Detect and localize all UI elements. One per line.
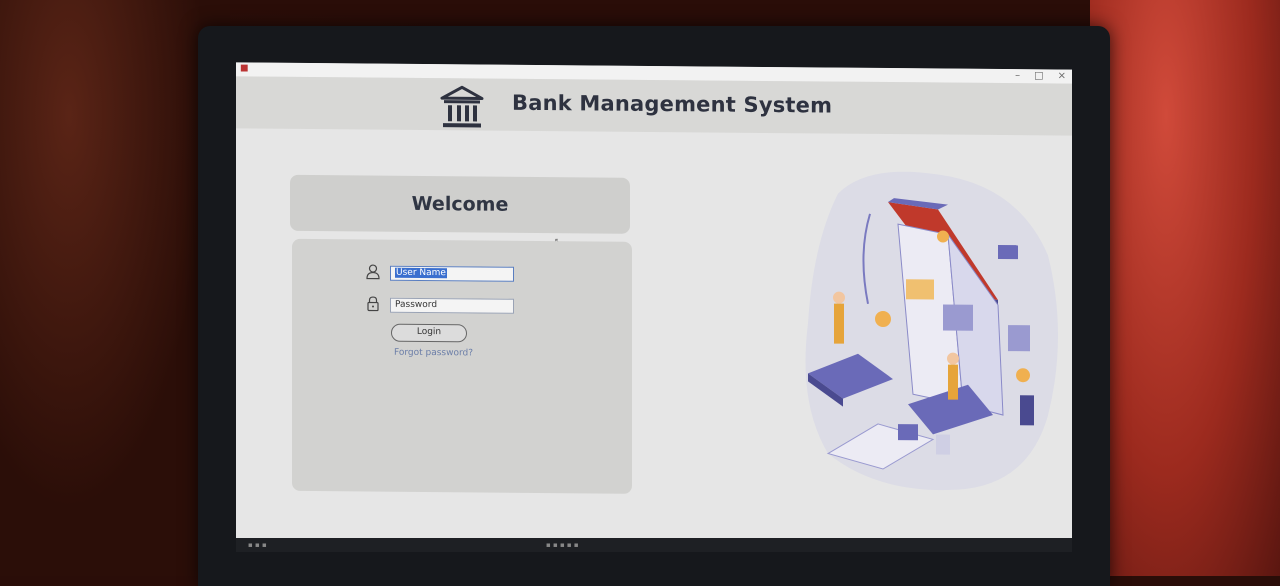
username-value: User Name (395, 267, 447, 279)
taskbar-left-area: ▪ ▪ ▪ (248, 541, 267, 549)
taskbar: ▪ ▪ ▪ ▪ ▪ ▪ ▪ ▪ (236, 538, 1072, 552)
login-button[interactable]: Login (391, 323, 467, 343)
username-field[interactable]: User Name (390, 265, 514, 282)
background-cloth-right (1090, 0, 1280, 576)
close-button[interactable]: × (1058, 70, 1066, 84)
app-icon: ■ (240, 63, 249, 74)
taskbar-tray: ▪ ▪ ▪ ▪ ▪ (546, 541, 579, 549)
maximize-button[interactable]: □ (1034, 69, 1043, 83)
bank-illustration (805, 171, 1058, 491)
forgot-password-link[interactable]: Forgot password? (394, 348, 473, 359)
user-icon (366, 264, 380, 280)
app-header: Bank Management System (236, 76, 1072, 136)
lock-icon (367, 296, 379, 312)
app-window: ■ – □ × Bank Management System Welcome ↖… (236, 62, 1072, 546)
welcome-heading: Welcome (411, 192, 509, 216)
app-title: Bank Management System (512, 90, 833, 118)
background-cloth-left (0, 0, 230, 576)
window-controls: – □ × (1015, 69, 1066, 83)
minimize-button[interactable]: – (1015, 69, 1020, 83)
login-panel: User Name Password Login Forgot password… (292, 238, 632, 494)
bank-building-icon (440, 85, 484, 128)
password-field[interactable]: Password (390, 297, 514, 314)
welcome-banner: Welcome (290, 174, 630, 234)
